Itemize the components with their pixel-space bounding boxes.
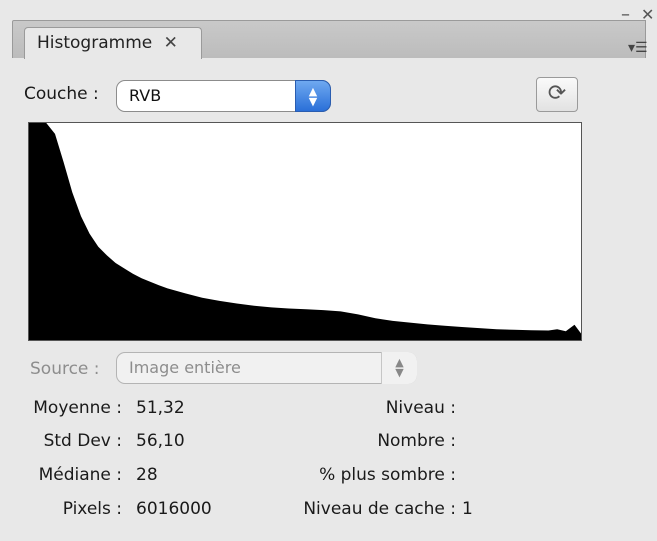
cache-level-value: 1 [462, 499, 473, 519]
panel-menu-icon[interactable]: ▾☰ [628, 38, 657, 60]
channel-select[interactable]: RVB ▲ ▼ [116, 80, 331, 112]
histogram-area [29, 123, 581, 340]
median-label: Médiane : [38, 465, 122, 485]
cache-level-label: Niveau de cache : [303, 499, 456, 519]
percentile-label: % plus sombre : [319, 465, 456, 485]
tab-histogramme[interactable]: Histogramme ✕ [24, 27, 202, 59]
mean-label: Moyenne : [33, 398, 122, 418]
stddev-label: Std Dev : [43, 431, 122, 451]
count-label: Nombre : [377, 431, 456, 451]
channel-select-value: RVB [129, 86, 162, 105]
histogram-svg [29, 123, 581, 340]
median-value: 28 [136, 465, 158, 485]
source-select-value: Image entière [129, 358, 241, 377]
close-icon[interactable]: ✕ [641, 6, 654, 24]
tab-title: Histogramme [37, 33, 153, 53]
tab-close-icon[interactable]: ✕ [164, 33, 178, 53]
histogram-panel: Histogramme ✕ – ✕ ▾☰ Couche : RVB ▲ ▼ ⟳ S… [0, 0, 657, 541]
pixels-label: Pixels : [62, 499, 122, 519]
pixels-value: 6016000 [136, 499, 212, 519]
source-select[interactable]: Image entière ▲ ▼ [116, 352, 417, 384]
stddev-value: 56,10 [136, 431, 185, 451]
mean-value: 51,32 [136, 398, 185, 418]
select-stepper-icon: ▲ ▼ [295, 80, 331, 112]
histogram-chart [28, 122, 582, 341]
level-label: Niveau : [385, 398, 456, 418]
select-stepper-icon: ▲ ▼ [381, 352, 417, 384]
channel-label: Couche : [24, 84, 99, 104]
refresh-icon[interactable]: ⟳ [536, 77, 578, 112]
source-label: Source : [30, 359, 100, 379]
minimize-icon[interactable]: – [621, 6, 630, 24]
